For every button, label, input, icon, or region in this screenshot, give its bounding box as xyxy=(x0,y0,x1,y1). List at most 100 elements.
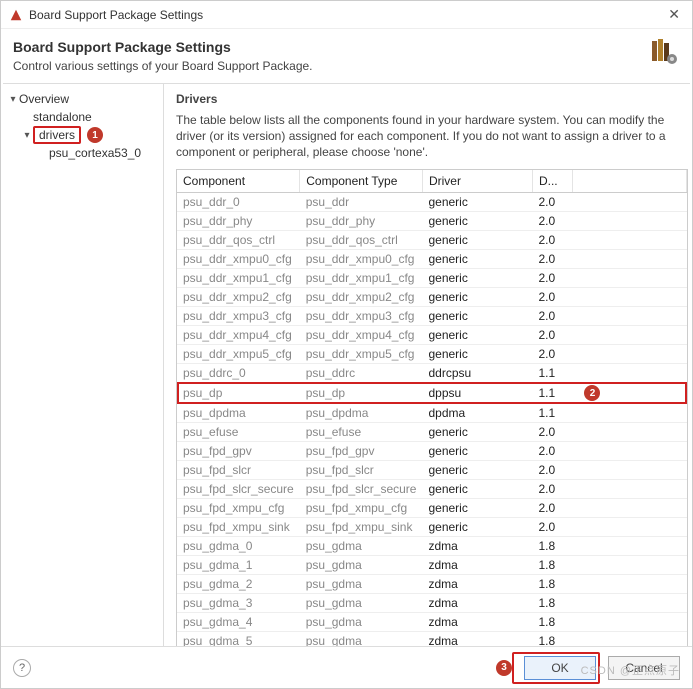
cancel-button[interactable]: Cancel xyxy=(608,656,680,680)
cell-version[interactable]: 2.0 xyxy=(532,344,572,363)
cell-version[interactable]: 2.0 xyxy=(532,287,572,306)
table-row[interactable]: psu_efusepsu_efusegeneric2.0 xyxy=(177,423,687,442)
cell-driver[interactable]: generic xyxy=(422,423,532,442)
table-row[interactable]: psu_ddr_xmpu0_cfgpsu_ddr_xmpu0_cfggeneri… xyxy=(177,249,687,268)
cell-component: psu_efuse xyxy=(177,423,300,442)
close-icon[interactable]: ✕ xyxy=(664,6,684,23)
table-row[interactable]: psu_fpd_slcr_securepsu_fpd_slcr_securege… xyxy=(177,480,687,499)
cell-version[interactable]: 1.8 xyxy=(532,594,572,613)
col-driver[interactable]: Driver xyxy=(422,170,532,193)
cell-driver[interactable]: generic xyxy=(422,442,532,461)
table-row[interactable]: psu_fpd_xmpu_cfgpsu_fpd_xmpu_cfggeneric2… xyxy=(177,499,687,518)
cell-component: psu_ddr_xmpu1_cfg xyxy=(177,268,300,287)
cell-version[interactable]: 2.0 xyxy=(532,306,572,325)
cell-driver[interactable]: dpdma xyxy=(422,404,532,423)
page-title: Board Support Package Settings xyxy=(13,39,680,55)
cell-driver[interactable]: generic xyxy=(422,480,532,499)
cell-version[interactable]: 1.8 xyxy=(532,613,572,632)
cell-spacer xyxy=(572,287,686,306)
cell-driver[interactable]: generic xyxy=(422,249,532,268)
table-row[interactable]: psu_gdma_2psu_gdmazdma1.8 xyxy=(177,575,687,594)
table-row[interactable]: psu_ddr_xmpu5_cfgpsu_ddr_xmpu5_cfggeneri… xyxy=(177,344,687,363)
cell-driver[interactable]: generic xyxy=(422,287,532,306)
cell-version[interactable]: 2.0 xyxy=(532,423,572,442)
cell-driver[interactable]: generic xyxy=(422,344,532,363)
cell-driver[interactable]: generic xyxy=(422,306,532,325)
table-row[interactable]: psu_ddr_phypsu_ddr_phygeneric2.0 xyxy=(177,211,687,230)
cell-type: psu_ddr_xmpu2_cfg xyxy=(300,287,423,306)
cell-spacer xyxy=(572,556,686,575)
cell-version[interactable]: 2.0 xyxy=(532,518,572,537)
cell-spacer xyxy=(572,461,686,480)
chevron-down-icon: ▾ xyxy=(21,130,33,141)
cell-driver[interactable]: generic xyxy=(422,518,532,537)
ok-button[interactable]: OK xyxy=(524,656,596,680)
cell-version[interactable]: 2.0 xyxy=(532,499,572,518)
cell-version[interactable]: 1.1 xyxy=(532,404,572,423)
col-component[interactable]: Component xyxy=(177,170,300,193)
cell-version[interactable]: 2.0 xyxy=(532,192,572,211)
cell-driver[interactable]: generic xyxy=(422,461,532,480)
cell-driver[interactable]: zdma xyxy=(422,537,532,556)
cell-version[interactable]: 2.0 xyxy=(532,230,572,249)
table-row[interactable]: psu_fpd_xmpu_sinkpsu_fpd_xmpu_sinkgeneri… xyxy=(177,518,687,537)
cell-driver[interactable]: generic xyxy=(422,268,532,287)
cell-component: psu_fpd_gpv xyxy=(177,442,300,461)
cell-component: psu_ddr_xmpu0_cfg xyxy=(177,249,300,268)
cell-version[interactable]: 2.0 xyxy=(532,249,572,268)
table-row[interactable]: psu_fpd_slcrpsu_fpd_slcrgeneric2.0 xyxy=(177,461,687,480)
table-row[interactable]: psu_ddr_xmpu3_cfgpsu_ddr_xmpu3_cfggeneri… xyxy=(177,306,687,325)
tree-item-cortex[interactable]: psu_cortexa53_0 xyxy=(5,144,159,162)
cell-driver[interactable]: zdma xyxy=(422,575,532,594)
cell-spacer: 2 xyxy=(572,382,686,404)
table-row[interactable]: psu_fpd_gpvpsu_fpd_gpvgeneric2.0 xyxy=(177,442,687,461)
tree-item-drivers[interactable]: ▾ drivers 1 xyxy=(5,126,159,144)
cell-version[interactable]: 1.8 xyxy=(532,556,572,575)
cell-driver[interactable]: generic xyxy=(422,230,532,249)
drivers-table-scroll[interactable]: Component Component Type Driver D... psu… xyxy=(177,170,687,665)
cell-driver[interactable]: zdma xyxy=(422,613,532,632)
table-row[interactable]: psu_ddr_xmpu4_cfgpsu_ddr_xmpu4_cfggeneri… xyxy=(177,325,687,344)
tree-item-standalone[interactable]: standalone xyxy=(5,108,159,126)
cell-type: psu_ddr_xmpu4_cfg xyxy=(300,325,423,344)
cell-version[interactable]: 2.0 xyxy=(532,325,572,344)
table-row[interactable]: psu_ddr_0psu_ddrgeneric2.0 xyxy=(177,192,687,211)
table-row[interactable]: psu_gdma_0psu_gdmazdma1.8 xyxy=(177,537,687,556)
table-row[interactable]: psu_gdma_3psu_gdmazdma1.8 xyxy=(177,594,687,613)
cell-version[interactable]: 1.8 xyxy=(532,575,572,594)
cell-version[interactable]: 1.1 xyxy=(532,382,572,404)
col-version[interactable]: D... xyxy=(532,170,572,193)
table-row[interactable]: psu_dpdmapsu_dpdmadpdma1.1 xyxy=(177,404,687,423)
table-row[interactable]: psu_ddrc_0psu_ddrcddrcpsu1.1 xyxy=(177,363,687,382)
cell-driver[interactable]: generic xyxy=(422,499,532,518)
cell-driver[interactable]: generic xyxy=(422,192,532,211)
cell-type: psu_ddr_phy xyxy=(300,211,423,230)
cell-version[interactable]: 2.0 xyxy=(532,461,572,480)
cell-driver[interactable]: generic xyxy=(422,211,532,230)
help-icon[interactable]: ? xyxy=(13,659,31,677)
table-row[interactable]: psu_ddr_qos_ctrlpsu_ddr_qos_ctrlgeneric2… xyxy=(177,230,687,249)
cell-version[interactable]: 1.1 xyxy=(532,363,572,382)
cell-version[interactable]: 2.0 xyxy=(532,442,572,461)
table-row[interactable]: psu_gdma_1psu_gdmazdma1.8 xyxy=(177,556,687,575)
cell-driver[interactable]: ddrcpsu xyxy=(422,363,532,382)
cell-component: psu_gdma_0 xyxy=(177,537,300,556)
col-type[interactable]: Component Type xyxy=(300,170,423,193)
cell-spacer xyxy=(572,613,686,632)
cell-version[interactable]: 2.0 xyxy=(532,480,572,499)
cell-driver[interactable]: zdma xyxy=(422,594,532,613)
cell-driver[interactable]: dppsu xyxy=(422,382,532,404)
cell-spacer xyxy=(572,594,686,613)
tree-item-overview[interactable]: ▾ Overview xyxy=(5,90,159,108)
cell-version[interactable]: 2.0 xyxy=(532,211,572,230)
table-row[interactable]: psu_ddr_xmpu2_cfgpsu_ddr_xmpu2_cfggeneri… xyxy=(177,287,687,306)
cell-driver[interactable]: zdma xyxy=(422,556,532,575)
table-row[interactable]: psu_dppsu_dpdppsu1.12 xyxy=(177,382,687,404)
cell-version[interactable]: 1.8 xyxy=(532,537,572,556)
window-title: Board Support Package Settings xyxy=(29,8,664,22)
cell-version[interactable]: 2.0 xyxy=(532,268,572,287)
cell-component: psu_ddrc_0 xyxy=(177,363,300,382)
table-row[interactable]: psu_ddr_xmpu1_cfgpsu_ddr_xmpu1_cfggeneri… xyxy=(177,268,687,287)
cell-driver[interactable]: generic xyxy=(422,325,532,344)
table-row[interactable]: psu_gdma_4psu_gdmazdma1.8 xyxy=(177,613,687,632)
